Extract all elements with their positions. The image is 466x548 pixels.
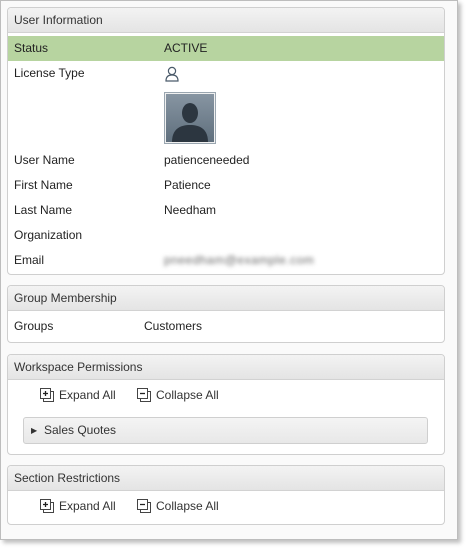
group-membership-header: Group Membership (8, 286, 444, 311)
groups-label: Groups (14, 319, 54, 333)
expand-all-icon (40, 388, 54, 402)
groups-row: Groups Customers (8, 314, 444, 339)
organization-label: Organization (14, 228, 83, 242)
collapse-all-button[interactable]: Collapse All (136, 385, 219, 405)
license-type-label: License Type (14, 66, 85, 80)
username-value: patienceneeded (164, 153, 250, 167)
expand-all-icon (40, 499, 54, 513)
lastname-label: Last Name (14, 203, 73, 217)
sales-quotes-expander[interactable]: ▶ Sales Quotes (23, 417, 428, 444)
collapse-all-button[interactable]: Collapse All (136, 496, 219, 516)
license-type-row: License Type (8, 61, 444, 86)
collapse-all-label: Collapse All (156, 499, 219, 513)
expand-all-label: Expand All (59, 499, 116, 513)
workspace-permissions-panel: Workspace Permissions Expand All Collaps… (7, 354, 445, 455)
firstname-label: First Name (14, 178, 73, 192)
email-label: Email (14, 253, 45, 267)
status-value: ACTIVE (164, 41, 208, 55)
username-label: User Name (14, 153, 75, 167)
group-membership-panel: Group Membership Groups Customers (7, 285, 445, 343)
collapse-all-label: Collapse All (156, 388, 219, 402)
collapse-all-icon (137, 388, 151, 402)
user-details-window: User Information Status ACTIVE License T… (0, 0, 458, 540)
expand-triangle-icon: ▶ (31, 426, 38, 435)
section-restrictions-panel: Section Restrictions Expand All Collapse… (7, 465, 445, 525)
user-silhouette-icon (166, 94, 214, 142)
organization-row: Organization (8, 223, 444, 248)
groups-value: Customers (144, 319, 203, 333)
expand-all-button[interactable]: Expand All (39, 496, 116, 516)
username-row: User Name patienceneeded (8, 148, 444, 173)
firstname-row: First Name Patience (8, 173, 444, 198)
expand-all-button[interactable]: Expand All (39, 385, 116, 405)
firstname-value: Patience (164, 178, 211, 192)
workspace-permissions-header: Workspace Permissions (8, 355, 444, 380)
sales-quotes-label: Sales Quotes (44, 423, 117, 437)
user-avatar (164, 92, 216, 144)
status-row: Status ACTIVE (8, 36, 444, 61)
lastname-row: Last Name Needham (8, 198, 444, 223)
user-information-panel: User Information Status ACTIVE License T… (7, 7, 445, 275)
email-row: Email pneedham@example.com (8, 248, 444, 273)
email-value: pneedham@example.com (164, 253, 315, 267)
expand-all-label: Expand All (59, 388, 116, 402)
collapse-all-icon (137, 499, 151, 513)
user-information-header: User Information (8, 8, 444, 33)
lastname-value: Needham (164, 203, 217, 217)
section-restrictions-header: Section Restrictions (8, 466, 444, 491)
status-label: Status (14, 41, 49, 55)
user-outline-icon (165, 66, 179, 82)
